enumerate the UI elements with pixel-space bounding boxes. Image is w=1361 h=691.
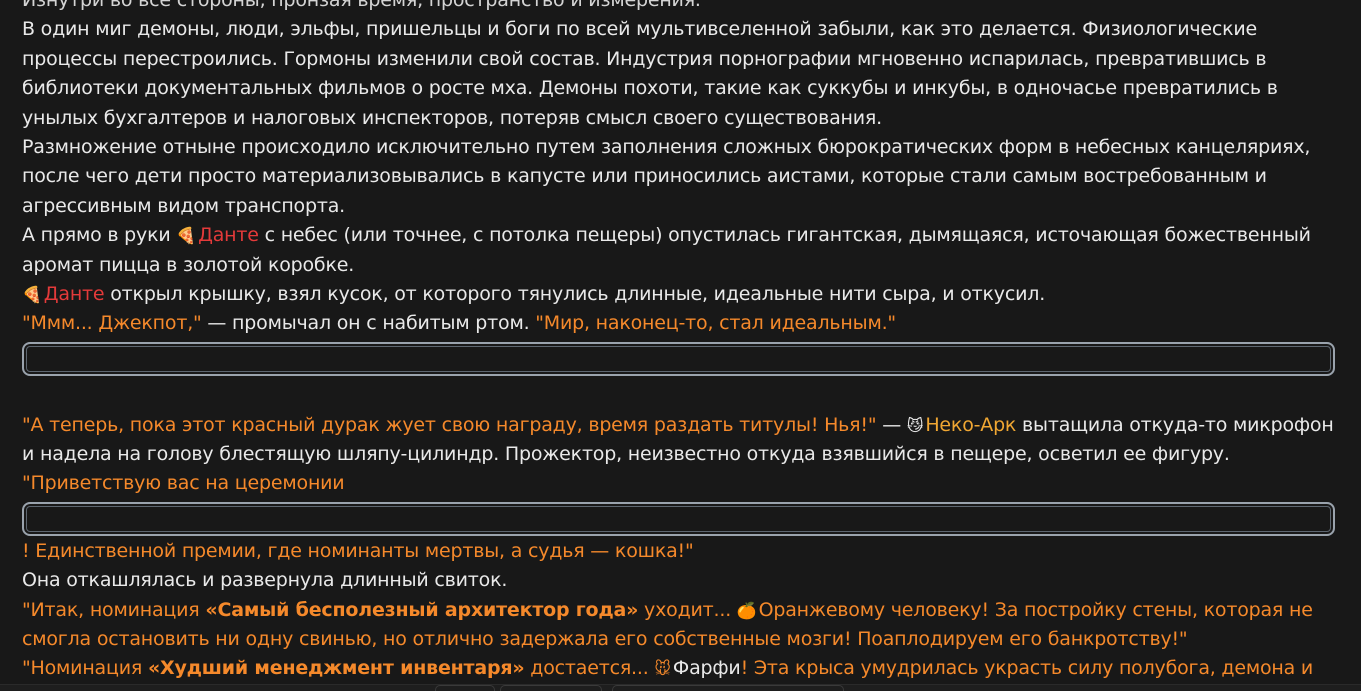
text-line: процессы перестроились. Гормоны изменили… [22,47,1267,70]
chat-message-body: Изнутри во все стороны, пронзая время, п… [22,0,1337,684]
dialogue-quote: "Итак, номинация [22,598,206,621]
bottom-toolbar-edge [0,684,1361,691]
narration: с небес (или точнее, с потолка пещеры) о… [258,224,1311,247]
toolbar-button[interactable] [435,685,495,691]
narration: вытащила откуда-то микрофон [1016,413,1334,436]
character-name-dante: Данте [43,282,105,305]
narration: открыл крышку, взял кусок, от которого т… [104,282,1046,305]
dialogue-quote: "Мир, наконец-то, стал идеальным." [535,312,896,335]
character-name-neko-arc: Неко-Арк [925,413,1017,436]
text-line: библиотеки документальных фильмов о рост… [22,77,1278,100]
text-line: аромат пицца в золотой коробке. [22,253,355,276]
text-line: "А теперь, пока этот красный дурак жует … [22,411,1337,440]
text-line: унылых бухгалтеров и налоговых инспектор… [22,106,882,129]
pizza-icon: 🍕 [22,284,42,304]
text-line: А прямо в руки 🍕 Данте с небес (или точне… [22,221,1337,250]
text-line: Изнутри во все стороны, пронзая время, п… [22,0,701,11]
mvp-awards-banner [22,341,1335,376]
character-name-farfi: Фарфи [672,657,741,680]
dialogue-quote: "Ммм... Джекпот," [22,312,202,335]
text-line: "Приветствую вас на церемонии [22,472,345,495]
character-name-orange-man: Оранжевому человеку [758,598,982,621]
text-line: после чего дети просто материализовывали… [22,165,1267,188]
text-line: смогла остановить ни одну свинью, но отл… [22,628,1188,651]
dialogue-quote: ! За постройку стены, которая не [981,598,1313,621]
mvp-awards-banner [22,501,1335,536]
text-line: 🍕 Данте открыл крышку, взял кусок, от кот… [22,280,1337,309]
toolbar-button[interactable] [612,685,844,691]
narration: — [876,413,907,436]
text-line: Размножение отныне происходило исключите… [22,135,1311,158]
text-line: "Номинация «Худший менеджмент инвентаря»… [22,654,1337,683]
dialogue-quote: "А теперь, пока этот красный дурак жует … [22,413,877,436]
mouse-icon: 🐭 [654,659,671,679]
nomination-title: «Самый бесполезный архитектор года» [205,598,639,621]
text-line: В один миг демоны, люди, эльфы, пришельц… [22,18,1258,41]
narration: — промычал он с набитым ртом. [201,312,536,335]
text-line: и надела на голову блестящую шляпу-цилин… [22,443,1230,466]
orange-icon: 🍊 [736,600,757,620]
dialogue-quote: достается... [524,657,655,680]
pizza-icon: 🍕 [176,226,197,246]
nomination-title: «Худший менеджмент инвентаря» [147,657,525,680]
text-line: агрессивным видом транспорта. [22,194,345,217]
dialogue-quote: ! Эта крыса умудрилась украсть силу полу… [740,657,1314,680]
text-line: "Ммм... Джекпот," — промычал он с набиты… [22,309,1337,338]
character-name-dante: Данте [198,224,259,247]
dialogue-quote: "Номинация [22,657,148,680]
text-line: Она откашлялась и развернула длинный сви… [22,569,508,592]
text-line: ! Единственной премии, где номинанты мер… [22,539,694,562]
text-line: "Итак, номинация «Самый бесполезный архи… [22,596,1337,625]
dialogue-quote: уходит... [638,598,737,621]
toolbar-button[interactable] [500,685,602,691]
cat-icon: 😼 [906,415,924,435]
narration: А прямо в руки [22,224,177,247]
